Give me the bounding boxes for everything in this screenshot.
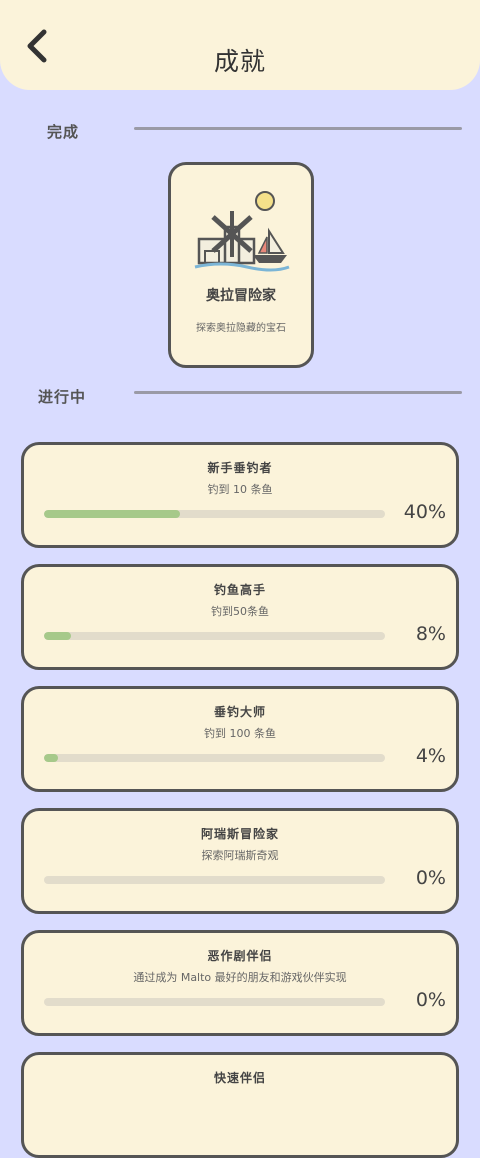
progress-percent: 40% [403, 501, 446, 523]
achievement-title: 阿瑞斯冒险家 [200, 827, 279, 841]
achievement-card[interactable]: 垂钓大师 钓到 100 条鱼 4% [21, 686, 459, 792]
achievement-desc: 钓到 100 条鱼 [204, 727, 276, 740]
achievement-card[interactable]: 钓鱼高手 钓到50条鱼 8% [21, 564, 459, 670]
achievement-title: 奥拉冒险家 [206, 288, 276, 304]
achievement-card[interactable]: 恶作剧伴侣 通过成为 Malto 最好的朋友和游戏伙伴实现 0% [21, 930, 459, 1036]
section-label-in-progress: 进行中 [38, 388, 87, 406]
progress-percent: 0% [415, 867, 446, 889]
achievement-title: 垂钓大师 [213, 705, 266, 719]
progress-fill [44, 632, 72, 640]
achievement-card[interactable]: 新手垂钓者 钓到 10 条鱼 40% [21, 442, 459, 548]
achievement-title: 钓鱼高手 [213, 583, 266, 597]
achievement-desc: 通过成为 Malto 最好的朋友和游戏伙伴实现 [133, 971, 347, 984]
achievement-card[interactable]: 快速伴侣 [21, 1052, 459, 1158]
achievement-title: 快速伴侣 [213, 1071, 266, 1085]
progress-bar [44, 510, 385, 518]
section-divider [134, 127, 462, 130]
header-bar: 成就 [0, 0, 480, 90]
progress-bar [44, 998, 385, 1006]
achievement-desc: 钓到 10 条鱼 [207, 483, 273, 496]
progress-fill [44, 510, 181, 518]
progress-bar [44, 754, 385, 762]
section-label-completed: 完成 [47, 123, 80, 141]
progress-bar [44, 876, 385, 884]
page-title: 成就 [213, 47, 266, 76]
achievement-card[interactable]: 阿瑞斯冒险家 探索阿瑞斯奇观 0% [21, 808, 459, 914]
progress-fill [44, 754, 58, 762]
progress-percent: 0% [415, 989, 446, 1011]
achievement-desc: 钓到50条鱼 [211, 605, 269, 618]
progress-percent: 4% [415, 745, 446, 767]
achievement-title: 恶作剧伴侣 [207, 949, 273, 963]
achievement-card-completed[interactable]: 奥拉冒险家 探索奥拉隐藏的宝石 [168, 162, 314, 368]
section-divider [134, 391, 462, 394]
achievement-title: 新手垂钓者 [207, 461, 273, 475]
windmill-island-icon [194, 191, 290, 272]
progress-bar [44, 632, 385, 640]
achievement-desc: 探索阿瑞斯奇观 [201, 849, 279, 862]
achievement-desc: 探索奥拉隐藏的宝石 [196, 323, 286, 334]
progress-percent: 8% [415, 623, 446, 645]
